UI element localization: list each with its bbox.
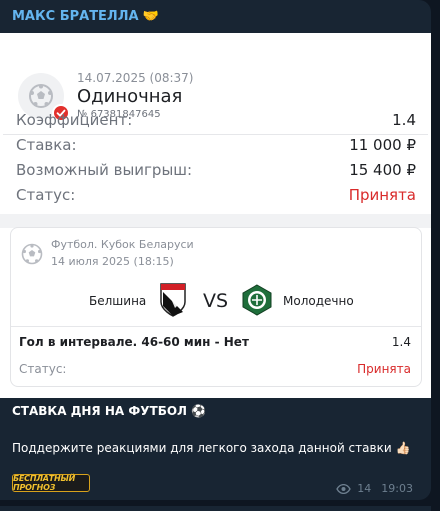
message-text: Поддержите реакциями для легкого захода … [12, 441, 410, 455]
next-message-edge [0, 505, 431, 511]
home-team: Белшина [89, 294, 147, 308]
stake-value: 11 000 ₽ [349, 136, 416, 154]
away-team: Молодечно [283, 294, 354, 308]
coupon-date: 14.07.2025 (08:37) [77, 71, 194, 85]
sender-name-text: МАКС БРАТЕЛЛА [12, 9, 139, 24]
thumbs-up-emoji: 👍🏻 [395, 441, 411, 455]
message-meta: 14 19:03 [336, 482, 413, 495]
event-league: Футбол. Кубок Беларуси [51, 238, 194, 251]
payout-value: 15 400 ₽ [349, 161, 416, 179]
event-status-value: Принята [357, 362, 411, 376]
caption-text: СТАВКА ДНЯ НА ФУТБОЛ [12, 404, 188, 418]
sender-name[interactable]: МАКС БРАТЕЛЛА 🤝 [12, 9, 159, 24]
coupon-type: Одиночная [77, 86, 183, 107]
views-count: 14 [357, 482, 372, 495]
away-team-logo [242, 284, 272, 316]
coupon-divider [3, 134, 428, 135]
status-value: Принята [348, 186, 416, 204]
row-payout: Возможный выигрыш: 15 400 ₽ [16, 161, 416, 179]
payout-label: Возможный выигрыш: [16, 161, 193, 179]
versus-label: VS [203, 290, 229, 312]
status-label: Статус: [16, 186, 76, 204]
event-divider [11, 326, 421, 327]
row-status: Статус: Принята [16, 186, 416, 204]
football-icon [21, 243, 43, 265]
message-bubble: МАКС БРАТЕЛЛА 🤝 14.07.2025 (08:37) Одино… [0, 0, 431, 500]
event-status-label: Статус: [19, 362, 67, 376]
event-date: 14 июля 2025 (18:15) [51, 255, 174, 268]
event-card: Футбол. Кубок Беларуси 14 июля 2025 (18:… [10, 227, 422, 387]
bet-market: Гол в интервале. 46-60 мин - Нет [19, 335, 249, 349]
match-row: Белшина VS Молодечно [11, 283, 423, 318]
home-team-logo [160, 283, 186, 317]
stake-label: Ставка: [16, 136, 77, 154]
football-icon [29, 84, 53, 108]
football-emoji: ⚽ [191, 404, 207, 418]
odds-value: 1.4 [392, 111, 416, 129]
bet-odds: 1.4 [391, 335, 411, 349]
event-status: Статус: Принята [19, 362, 411, 376]
free-tip-badge: БЕСПЛАТНЫЙ ПРОГНОЗ [12, 474, 90, 492]
odds-label: Коэффициент: [16, 111, 133, 129]
message-caption: СТАВКА ДНЯ НА ФУТБОЛ ⚽ [12, 404, 206, 418]
message-time: 19:03 [381, 482, 413, 495]
bet-selection: Гол в интервале. 46-60 мин - Нет 1.4 [19, 335, 411, 349]
row-stake: Ставка: 11 000 ₽ [16, 136, 416, 154]
message-body: Поддержите реакциями для легкого захода … [12, 441, 392, 455]
views-eye-icon [336, 483, 352, 494]
coupon-separator [0, 214, 431, 228]
handshake-emoji: 🤝 [142, 9, 159, 24]
row-odds: Коэффициент: 1.4 [16, 111, 416, 129]
